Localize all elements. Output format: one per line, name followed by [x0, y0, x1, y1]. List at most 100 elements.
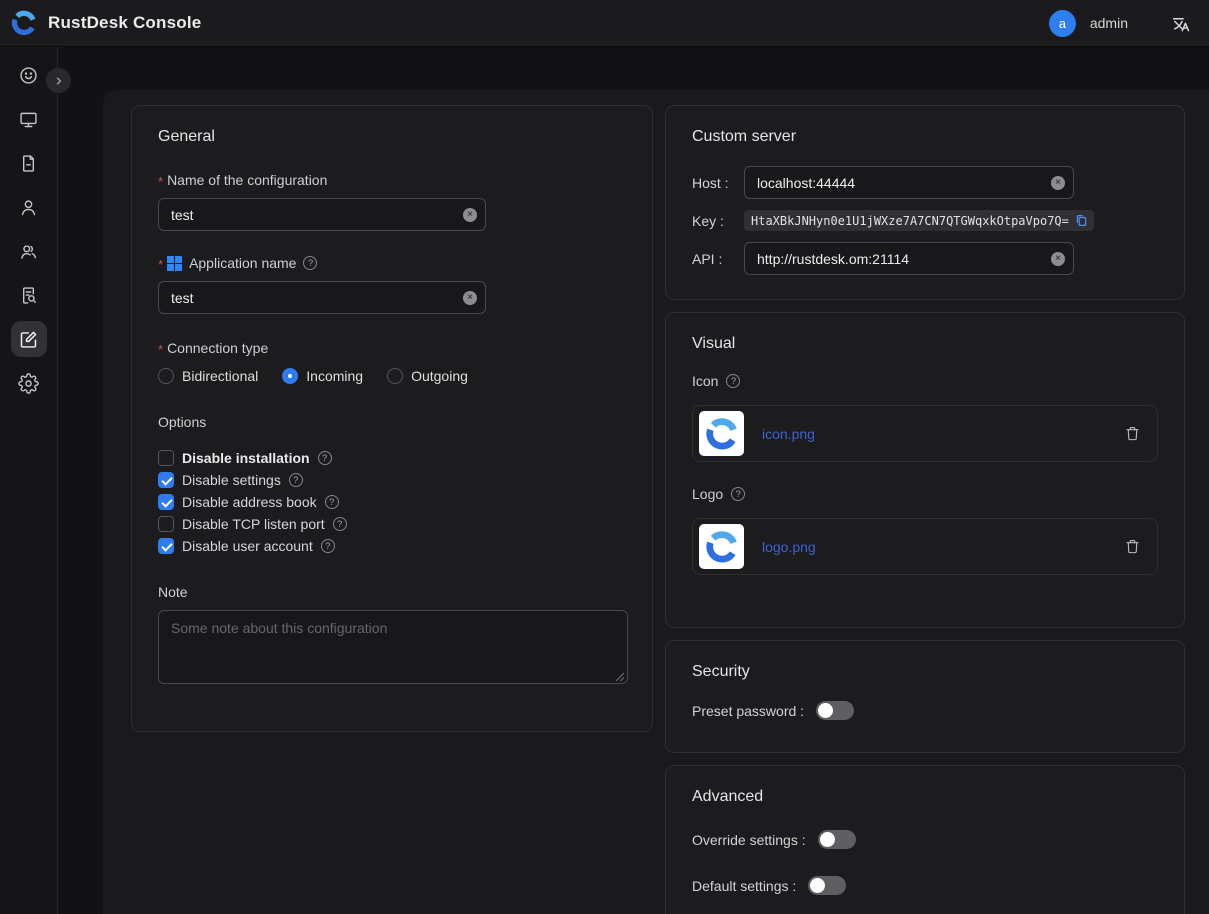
icon-preview [699, 411, 744, 456]
help-icon[interactable] [726, 374, 740, 388]
logo-filename-link[interactable]: logo.png [762, 539, 816, 555]
security-card: Security Preset password : [665, 640, 1185, 753]
option-disable-installation[interactable]: Disable installation [158, 450, 626, 466]
option-disable-user-account[interactable]: Disable user account [158, 538, 626, 554]
sidebar-item-strategies[interactable] [11, 277, 47, 313]
rustdesk-logo-icon [704, 529, 740, 565]
rustdesk-logo-icon [10, 9, 38, 37]
general-card: General Name of the configuration × [131, 105, 653, 732]
radio-outgoing[interactable]: Outgoing [387, 368, 468, 384]
sidebar-item-groups[interactable] [11, 233, 47, 269]
options-list: Disable installation Disable settings Di [158, 450, 626, 554]
config-name-label: Name of the configuration [158, 172, 626, 188]
icon-filename-link[interactable]: icon.png [762, 426, 815, 442]
sidebar-item-devices[interactable] [11, 101, 47, 137]
sidebar-item-custom-clients[interactable] [11, 321, 47, 357]
checkbox[interactable] [158, 450, 174, 466]
radio-button[interactable] [387, 368, 403, 384]
user-name[interactable]: admin [1090, 15, 1128, 31]
host-input[interactable] [744, 166, 1074, 199]
option-disable-address-book[interactable]: Disable address book [158, 494, 626, 510]
sidebar-item-settings[interactable] [11, 365, 47, 401]
monitor-icon [18, 109, 39, 130]
document-search-icon [18, 285, 39, 306]
override-settings-toggle[interactable] [818, 830, 856, 849]
gear-icon [18, 373, 39, 394]
server-key-value: HtaXBkJNHyn0e1U1jWXze7A7CN7QTGWqxkOtpaVp… [751, 214, 1069, 228]
key-label: Key : [692, 213, 744, 229]
default-settings-toggle[interactable] [808, 876, 846, 895]
note-textarea[interactable] [158, 610, 628, 684]
api-row: API : × [692, 242, 1158, 275]
sidebar-item-users[interactable] [11, 189, 47, 225]
help-icon[interactable] [289, 473, 303, 487]
clear-icon[interactable]: × [463, 208, 477, 222]
icon-label: Icon [692, 373, 1158, 389]
translate-icon[interactable] [1170, 13, 1191, 34]
checkbox[interactable] [158, 494, 174, 510]
custom-server-card: Custom server Host : × Key : [665, 105, 1185, 300]
delete-icon-button[interactable] [1124, 425, 1141, 442]
option-disable-tcp-listen-port[interactable]: Disable TCP listen port [158, 516, 626, 532]
checkbox[interactable] [158, 472, 174, 488]
advanced-card: Advanced Override settings : Default set… [665, 765, 1185, 914]
key-row: Key : HtaXBkJNHyn0e1U1jWXze7A7CN7QTGWqxk… [692, 210, 1158, 231]
preset-password-toggle[interactable] [816, 701, 854, 720]
override-settings-label: Override settings : [692, 832, 806, 848]
edit-icon [18, 329, 39, 350]
override-settings-row: Override settings : [692, 830, 1158, 849]
trash-icon [1124, 538, 1141, 555]
smiley-icon [18, 65, 39, 86]
app-name-label: Application name [158, 255, 626, 271]
connection-type-label: Connection type [158, 340, 626, 356]
sidebar-item-logs[interactable] [11, 145, 47, 181]
app-title: RustDesk Console [48, 13, 201, 33]
checkbox[interactable] [158, 538, 174, 554]
logo-upload-row: logo.png [692, 518, 1158, 575]
radio-button[interactable] [282, 368, 298, 384]
server-key-chip: HtaXBkJNHyn0e1U1jWXze7A7CN7QTGWqxkOtpaVp… [744, 210, 1094, 231]
preset-password-row: Preset password : [692, 701, 1158, 720]
brand: RustDesk Console [10, 9, 201, 37]
logo-label: Logo [692, 486, 1158, 502]
host-field: × [744, 166, 1074, 199]
config-name-input[interactable] [158, 198, 486, 231]
help-icon[interactable] [318, 451, 332, 465]
host-label: Host : [692, 175, 744, 191]
help-icon[interactable] [303, 256, 317, 270]
options-label: Options [158, 414, 626, 430]
clear-icon[interactable]: × [463, 291, 477, 305]
radio-button[interactable] [158, 368, 174, 384]
note-label: Note [158, 584, 626, 600]
host-row: Host : × [692, 166, 1158, 199]
general-title: General [158, 128, 626, 146]
rustdesk-logo-icon [704, 416, 740, 452]
radio-bidirectional[interactable]: Bidirectional [158, 368, 258, 384]
app-name-input[interactable] [158, 281, 486, 314]
app-name-field: × [158, 281, 486, 314]
custom-server-title: Custom server [692, 128, 1158, 146]
clear-icon[interactable]: × [1051, 176, 1065, 190]
copy-icon[interactable] [1074, 213, 1089, 228]
visual-card: Visual Icon ico [665, 312, 1185, 628]
help-icon[interactable] [333, 517, 347, 531]
default-settings-label: Default settings : [692, 878, 796, 894]
user-avatar[interactable]: a [1049, 10, 1076, 37]
checkbox[interactable] [158, 516, 174, 532]
delete-logo-button[interactable] [1124, 538, 1141, 555]
advanced-title: Advanced [692, 788, 1158, 806]
clear-icon[interactable]: × [1051, 252, 1065, 266]
radio-incoming[interactable]: Incoming [282, 368, 363, 384]
help-icon[interactable] [325, 495, 339, 509]
user-icon [18, 197, 39, 218]
main-area: General Name of the configuration × [58, 47, 1209, 914]
trash-icon [1124, 425, 1141, 442]
icon-upload-row: icon.png [692, 405, 1158, 462]
api-input[interactable] [744, 242, 1074, 275]
security-title: Security [692, 663, 1158, 681]
help-icon[interactable] [321, 539, 335, 553]
sidebar-collapse-button[interactable] [46, 68, 71, 93]
option-disable-settings[interactable]: Disable settings [158, 472, 626, 488]
help-icon[interactable] [731, 487, 745, 501]
sidebar-item-dashboard[interactable] [11, 57, 47, 93]
